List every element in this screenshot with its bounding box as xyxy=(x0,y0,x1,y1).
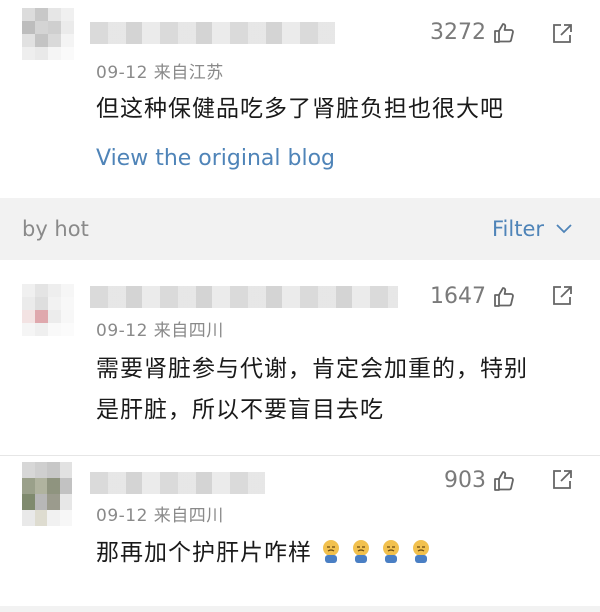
avatar[interactable] xyxy=(22,8,74,60)
thumbs-up-icon[interactable] xyxy=(492,469,516,493)
emoji-icon xyxy=(353,540,369,563)
username-blurred[interactable] xyxy=(90,22,335,44)
comment-text: 但这种保健品吃多了肾脏负担也很大吧 xyxy=(96,96,504,122)
comment-text: 那再加个护肝片咋样 xyxy=(96,533,432,573)
username-blurred[interactable] xyxy=(90,472,265,494)
thumbs-up-icon[interactable] xyxy=(492,21,516,45)
emoji-icon xyxy=(413,540,429,563)
share-icon[interactable] xyxy=(550,468,574,492)
comment-text-line-2: 是肝脏，所以不要盲目去吃 xyxy=(96,397,384,423)
comment-meta: 09-12 来自四川 xyxy=(96,321,224,341)
username-blurred[interactable] xyxy=(90,286,398,308)
comment-text-line-1: 需要肾脏参与代谢，肯定会加重的，特别 xyxy=(96,356,528,382)
share-icon[interactable] xyxy=(550,22,574,46)
like-count[interactable]: 903 xyxy=(444,468,516,493)
comment-meta: 09-12 来自四川 xyxy=(96,506,224,526)
view-original-blog-link[interactable]: View the original blog xyxy=(96,146,335,171)
comment-card-2: 1647 09-12 来自四川 需要肾脏参与代谢，肯定会加重的，特别 是肝脏，所… xyxy=(0,260,600,456)
thumbs-up-icon[interactable] xyxy=(492,285,516,309)
avatar[interactable] xyxy=(22,284,74,336)
sort-filter-bar: by hot Filter xyxy=(0,198,600,260)
emoji-icon xyxy=(383,540,399,563)
comment-meta: 09-12 来自江苏 xyxy=(96,63,224,83)
avatar[interactable] xyxy=(22,462,72,526)
like-count[interactable]: 3272 xyxy=(430,20,516,45)
sort-label[interactable]: by hot xyxy=(22,217,89,241)
comment-card-3: 903 09-12 来自四川 那再加个护肝片咋样 xyxy=(0,456,600,606)
emoji-icon xyxy=(323,540,339,563)
filter-button[interactable]: Filter xyxy=(492,217,572,241)
like-count[interactable]: 1647 xyxy=(430,284,516,309)
comment-card-1: 3272 09-12 来自江苏 但这种保健品吃多了肾脏负担也很大吧 View t… xyxy=(0,0,600,198)
chevron-down-icon xyxy=(556,224,572,234)
share-icon[interactable] xyxy=(550,284,574,308)
